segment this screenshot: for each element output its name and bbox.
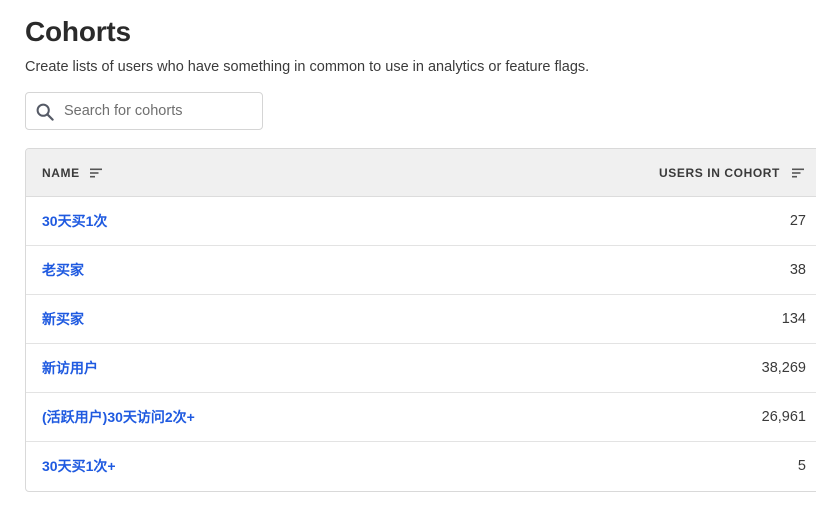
search-box[interactable] <box>25 92 263 130</box>
cohorts-table: NAME USERS IN COHORT 30天买1次 27 老买家 38 新买… <box>25 148 816 492</box>
cohorts-page: Cohorts Create lists of users who have s… <box>0 0 816 511</box>
cohort-name-link[interactable]: 老买家 <box>42 246 84 294</box>
table-row: 新买家 134 <box>26 295 816 344</box>
column-header-users-in-cohort[interactable]: USERS IN COHORT <box>659 149 780 197</box>
table-row: 30天买1次 27 <box>26 197 816 246</box>
cohort-user-count: 38 <box>789 262 806 278</box>
sort-icon[interactable] <box>792 168 804 178</box>
cohort-name-link[interactable]: 新买家 <box>42 295 84 343</box>
page-title: Cohorts <box>25 16 131 47</box>
cohort-name-link[interactable]: 30天买1次+ <box>42 442 116 490</box>
table-header: NAME USERS IN COHORT <box>26 149 816 197</box>
cohort-user-count: 38,269 <box>761 360 806 376</box>
table-row: 新访用户 38,269 <box>26 344 816 393</box>
search-icon <box>36 103 54 121</box>
table-row: (活跃用户)30天访问2次+ 26,961 <box>26 393 816 442</box>
cohort-user-count: 26,961 <box>761 409 806 425</box>
cohort-name-link[interactable]: 30天买1次 <box>42 197 107 245</box>
cohort-name-link[interactable]: 新访用户 <box>42 344 98 392</box>
sort-icon[interactable] <box>90 168 102 178</box>
cohort-name-link[interactable]: (活跃用户)30天访问2次+ <box>42 393 195 441</box>
cohort-user-count: 27 <box>789 213 806 229</box>
table-row: 老买家 38 <box>26 246 816 295</box>
table-row: 30天买1次+ 5 <box>26 442 816 491</box>
page-subtitle: Create lists of users who have something… <box>25 59 590 75</box>
cohort-user-count: 5 <box>797 458 806 474</box>
column-header-name[interactable]: NAME <box>42 149 80 197</box>
cohort-user-count: 134 <box>781 311 806 327</box>
search-input[interactable] <box>64 93 254 129</box>
